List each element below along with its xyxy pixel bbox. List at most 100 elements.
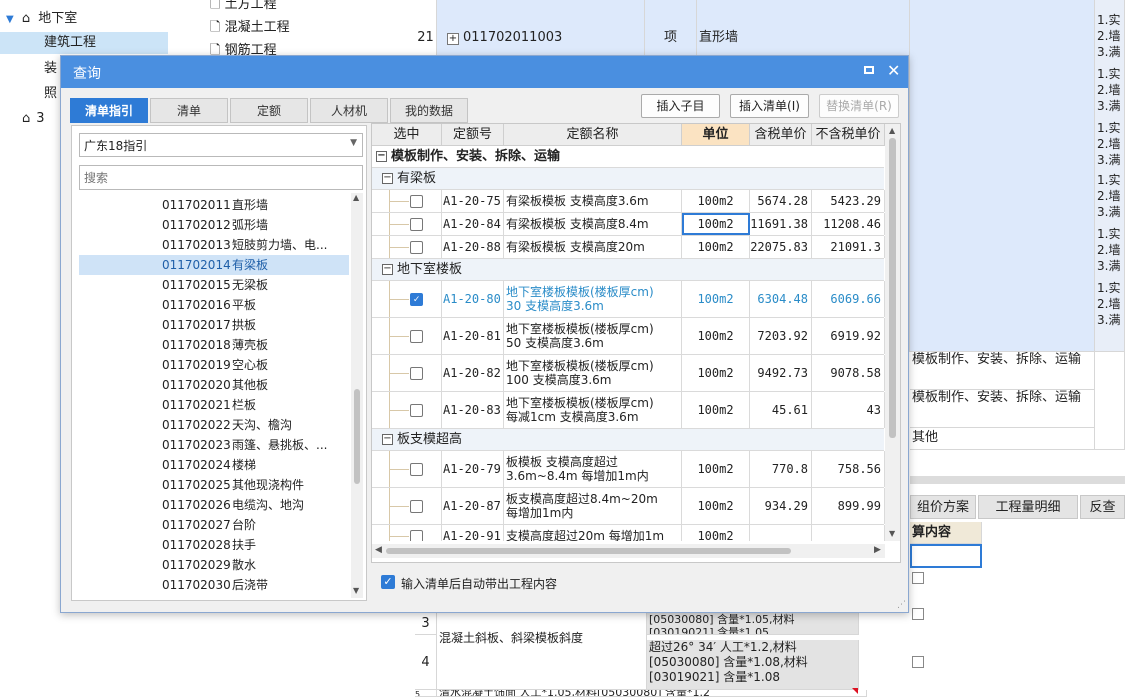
row-checkbox[interactable] [912, 608, 924, 624]
guide-list-item[interactable]: 011702026 电缆沟、地沟 [79, 495, 349, 515]
guide-list-item[interactable]: 011702014 有梁板 [79, 255, 349, 275]
group-row-top[interactable]: − 模板制作、安装、拆除、运输 [372, 146, 884, 168]
col-header-price-notax[interactable]: 不含税单价 [812, 124, 885, 146]
search-input[interactable] [79, 165, 363, 190]
pane-splitter[interactable] [910, 476, 1125, 484]
select-cell[interactable] [372, 236, 442, 258]
scroll-up-icon[interactable]: ▲ [353, 193, 359, 202]
guide-list-item[interactable]: 011702023 雨篷、悬挑板、... [79, 435, 349, 455]
tree-node-3[interactable]: ⌂ 3 [22, 108, 45, 130]
table-row[interactable]: A1-20-82 地下室楼板模板(楼板厚cm) 100 支模高度3.6m 100m2… [372, 355, 885, 392]
row-checkbox[interactable] [410, 194, 423, 208]
guide-list-item[interactable]: 011702012 弧形墙 [79, 215, 349, 235]
close-icon[interactable]: ✕ [887, 61, 900, 80]
guide-list-item[interactable]: 011702018 薄壳板 [79, 335, 349, 355]
select-cell[interactable]: ✓ [372, 281, 442, 317]
list-scrollbar[interactable]: ▲ ▼ [351, 193, 363, 598]
tree-node-building[interactable]: 建筑工程 [0, 32, 168, 54]
guide-list-item[interactable]: 011702027 台阶 [79, 515, 349, 535]
tab-pricing-plan[interactable]: 组价方案 [910, 495, 976, 519]
row-checkbox[interactable] [410, 462, 423, 476]
row-checkbox[interactable] [410, 329, 423, 343]
guide-list-item[interactable]: 011702017 拱板 [79, 315, 349, 335]
file-item[interactable]: 🗋 土方工程 [210, 0, 277, 16]
tab-list[interactable]: 清单 [150, 98, 228, 123]
collapse-minus-icon[interactable]: − [382, 264, 393, 275]
table-row[interactable]: A1-20-87 板支模高度超过8.4m~20m 每增加1m内 100m2 934.2… [372, 488, 885, 525]
collapse-minus-icon[interactable]: − [382, 173, 393, 184]
table-row[interactable]: ✓ A1-20-80 地下室楼板模板(楼板厚cm) 30 支模高度3.6m 100m2… [372, 281, 885, 318]
guide-list-item[interactable]: 011702024 楼梯 [79, 455, 349, 475]
table-row[interactable]: A1-20-83 地下室楼板模板(楼板厚cm) 每减1cm 支模高度3.6m 100… [372, 392, 885, 429]
table-vscrollbar[interactable]: ▲ ▼ [885, 124, 900, 541]
tree-node-lighting[interactable]: 照 [44, 83, 57, 105]
auto-bring-checkbox[interactable]: ✓ [381, 575, 395, 589]
guide-list-item[interactable]: 011702019 空心板 [79, 355, 349, 375]
guide-list-item[interactable]: 011702025 其他现浇构件 [79, 475, 349, 495]
scroll-thumb[interactable] [386, 548, 791, 554]
resize-grip-icon[interactable]: ⋰ [897, 600, 906, 610]
group-row[interactable]: − 地下室楼板 [372, 259, 884, 281]
active-cell[interactable] [910, 544, 982, 568]
group-row[interactable]: − 有梁板 [372, 168, 884, 190]
select-cell[interactable] [372, 213, 442, 235]
scroll-right-icon[interactable]: ▶ [874, 545, 881, 555]
tab-list-guide[interactable]: 清单指引 [70, 98, 148, 123]
region-select[interactable]: 广东18指引 ▼ [79, 133, 363, 157]
guide-list-item[interactable]: 011702013 短肢剪力墙、电... [79, 235, 349, 255]
table-row[interactable]: A1-20-91 支模高度超过20m 每增加1m 100m2 [372, 525, 885, 541]
guide-list-item[interactable]: 011702022 天沟、檐沟 [79, 415, 349, 435]
guide-list-item[interactable]: 011702028 扶手 [79, 535, 349, 555]
guide-list-item[interactable]: 011702016 平板 [79, 295, 349, 315]
scroll-down-icon[interactable]: ▼ [889, 529, 895, 538]
table-row[interactable]: A1-20-79 板模板 支模高度超过 3.6m~8.4m 每增加1m内 100m2… [372, 451, 885, 488]
replace-list-button[interactable]: 替换清单(R) [819, 94, 899, 118]
row-checkbox[interactable] [912, 656, 924, 672]
select-cell[interactable] [372, 451, 442, 487]
col-header-select[interactable]: 选中 [372, 124, 442, 146]
select-cell[interactable] [372, 525, 442, 541]
tree-node-basement[interactable]: ▼ ⌂ 地下室 [6, 8, 77, 30]
table-row[interactable]: A1-20-88 有梁板模板 支模高度20m 100m2 22075.83 21091.… [372, 236, 885, 259]
guide-list-item[interactable]: 011702015 无梁板 [79, 275, 349, 295]
guide-list-item[interactable]: 011702029 散水 [79, 555, 349, 575]
maximize-icon[interactable] [864, 66, 874, 74]
table-row[interactable]: A1-20-84 有梁板模板 支模高度8.4m 100m2 11691.38 11208… [372, 213, 885, 236]
guide-list-item[interactable]: 011702011 直形墙 [79, 195, 349, 215]
select-cell[interactable] [372, 355, 442, 391]
guide-list-item[interactable]: 011702030 后浇带 [79, 575, 349, 595]
col-header-price-tax[interactable]: 含税单价 [750, 124, 812, 146]
tree-node-decor[interactable]: 装 [44, 58, 57, 80]
file-item[interactable]: 🗋 混凝土工程 [210, 17, 290, 39]
row-checkbox[interactable]: ✓ [410, 292, 423, 306]
select-cell[interactable] [372, 318, 442, 354]
collapse-minus-icon[interactable]: − [376, 151, 387, 162]
insert-list-button[interactable]: 插入清单(I) [730, 94, 809, 118]
table-row[interactable]: A1-20-81 地下室楼板模板(楼板厚cm) 50 支模高度3.6m 100m2 7… [372, 318, 885, 355]
table-hscrollbar[interactable]: ◀ ▶ [372, 544, 885, 558]
collapse-arrow-icon[interactable]: ▼ [6, 14, 14, 25]
tab-quantity-detail[interactable]: 工程量明细 [978, 495, 1078, 519]
table-row[interactable]: A1-20-75 有梁板模板 支模高度3.6m 100m2 5674.28 5423.2… [372, 190, 885, 213]
insert-child-button[interactable]: 插入子目 [641, 94, 720, 118]
dialog-titlebar[interactable]: 查询 ✕ [61, 56, 908, 88]
row-checkbox[interactable] [410, 240, 423, 254]
scroll-thumb[interactable] [354, 389, 360, 484]
col-header-code[interactable]: 定额号 [442, 124, 504, 146]
row-checkbox[interactable] [410, 499, 423, 513]
select-cell[interactable] [372, 488, 442, 524]
scroll-thumb[interactable] [889, 138, 896, 438]
guide-list-item[interactable]: 011702020 其他板 [79, 375, 349, 395]
col-header-unit[interactable]: 单位 [682, 124, 750, 146]
scroll-up-icon[interactable]: ▲ [889, 126, 895, 135]
guide-list-item[interactable]: 011702021 栏板 [79, 395, 349, 415]
tab-quota[interactable]: 定额 [230, 98, 308, 123]
scroll-left-icon[interactable]: ◀ [375, 545, 382, 555]
row-checkbox[interactable] [410, 366, 423, 380]
group-row[interactable]: − 板支模超高 [372, 429, 884, 451]
tab-reverse-lookup[interactable]: 反查 [1080, 495, 1125, 519]
row-checkbox[interactable] [410, 529, 423, 541]
select-cell[interactable] [372, 190, 442, 212]
tab-my-data[interactable]: 我的数据 [390, 98, 468, 123]
row-checkbox[interactable] [410, 403, 423, 417]
